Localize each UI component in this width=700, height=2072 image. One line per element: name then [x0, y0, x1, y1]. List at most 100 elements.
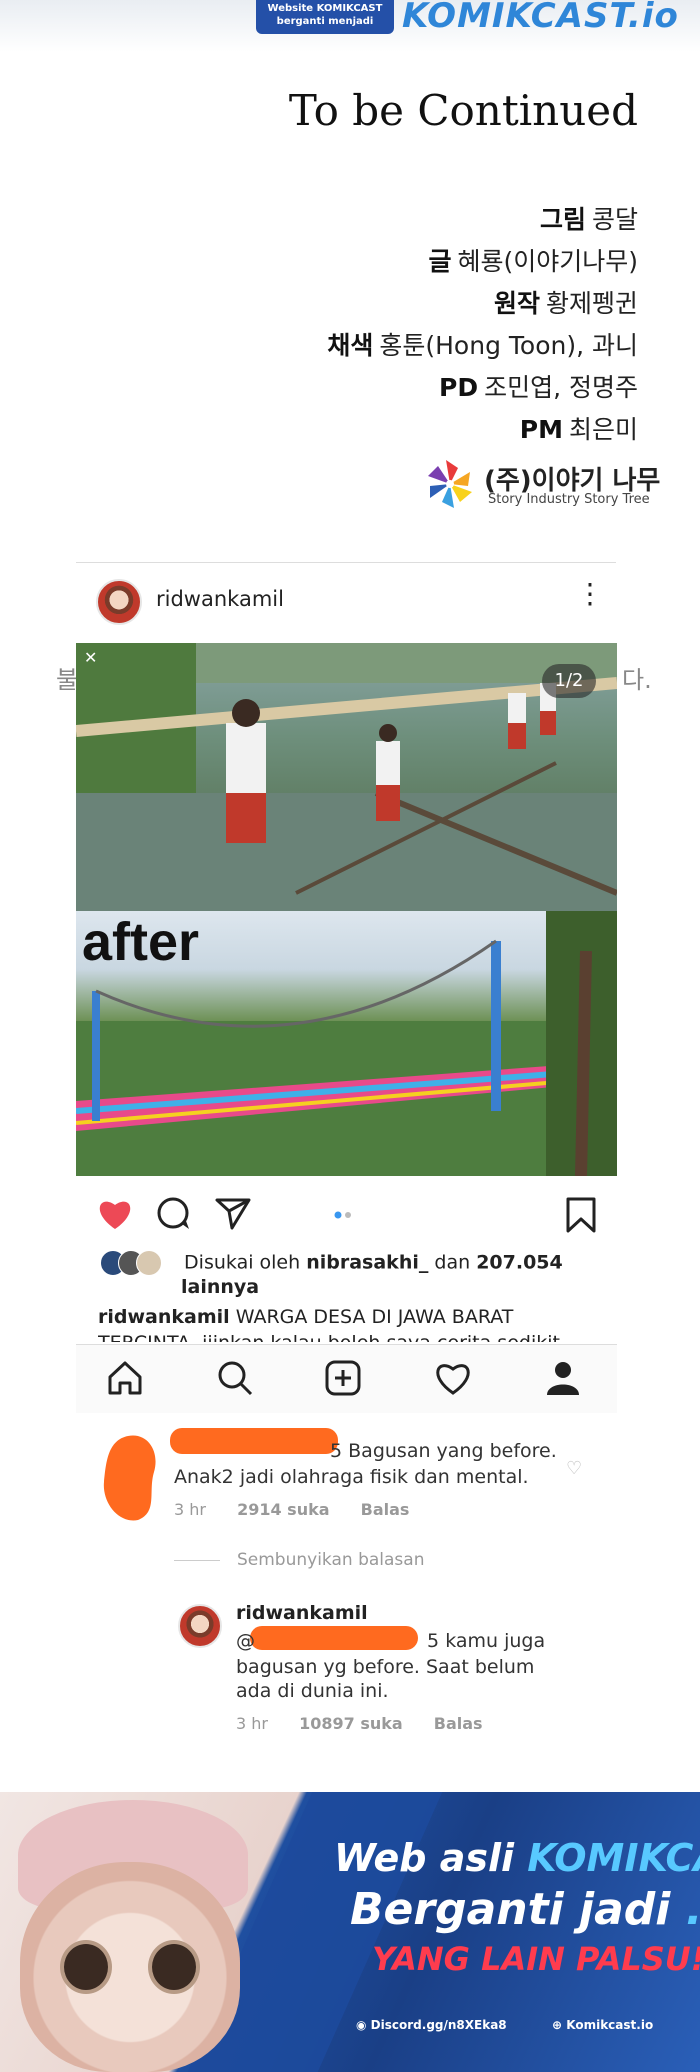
- discord-link[interactable]: ◉ Discord.gg/n8XEka8: [356, 2018, 507, 2032]
- mention-tail: 5: [427, 1630, 440, 1652]
- likes-count[interactable]: 207.054: [476, 1252, 563, 1274]
- photo-before[interactable]: [76, 643, 617, 911]
- send-icon[interactable]: [214, 1196, 252, 1232]
- reply-text-line1: kamu juga: [445, 1630, 546, 1652]
- comment-text-line2: Anak2 jadi olahraga fisik dan mental.: [174, 1466, 529, 1488]
- reply-text: @ 5 kamu juga: [236, 1630, 545, 1652]
- profile-icon[interactable]: [544, 1359, 582, 1397]
- post-action-bar: [76, 1190, 617, 1242]
- ad-warning: YANG LAIN PALSU!: [372, 1940, 700, 1978]
- credit-role: PM: [519, 415, 563, 444]
- caption-username[interactable]: ridwankamil: [98, 1306, 230, 1328]
- comment-time: 3 hr: [174, 1500, 206, 1519]
- avatar: [136, 1250, 162, 1276]
- reply-button[interactable]: Balas: [434, 1714, 483, 1733]
- reply-time: 3 hr: [236, 1714, 268, 1733]
- likes-user[interactable]: nibrasakhi_: [306, 1252, 428, 1274]
- background-text-right: 다.: [622, 666, 652, 694]
- badge-line-2: berganti menjadi: [276, 16, 374, 27]
- likes-prefix: Disukai oleh: [184, 1251, 301, 1274]
- caption-overflow: TERCINTA, ijinkan kalau boleh saya cerit…: [98, 1332, 560, 1342]
- credit-name: 콩달: [591, 205, 638, 234]
- ad-line1-prefix: Web asli: [334, 1836, 514, 1880]
- reply-likes[interactable]: 10897 suka: [299, 1714, 403, 1733]
- discord-icon: ◉: [356, 2018, 367, 2032]
- add-post-icon[interactable]: [324, 1359, 362, 1397]
- cat-eye: [148, 1940, 200, 1994]
- comment-text-line1: Bagusan yang before.: [348, 1440, 557, 1462]
- close-icon[interactable]: ✕: [84, 648, 97, 667]
- post-caption: ridwankamil WARGA DESA DI JAWA BARAT: [98, 1306, 513, 1328]
- reply-text-line2: bagusan yg before. Saat belum: [236, 1656, 535, 1678]
- home-icon[interactable]: [106, 1359, 144, 1397]
- liker-avatars: [100, 1250, 178, 1276]
- after-label: after: [82, 912, 200, 972]
- photo-after[interactable]: after: [76, 911, 617, 1176]
- ad-line2-prefix: Berganti jadi: [350, 1884, 671, 1935]
- background-text-left: 불: [56, 666, 79, 694]
- search-icon[interactable]: [216, 1359, 254, 1397]
- credit-row-color: 채색 홍툰(Hong Toon), 과니: [327, 326, 638, 362]
- badge-line-1: Website KOMIKCAST: [267, 3, 383, 14]
- comment-meta: 3 hr 2914 suka Balas: [174, 1500, 409, 1519]
- heart-icon[interactable]: [434, 1359, 472, 1397]
- redacted-avatar-scribble: [103, 1435, 156, 1521]
- instagram-tab-bar: [76, 1344, 617, 1413]
- ad-headline-1: Web asli KOMIKCAST.SITE: [334, 1836, 700, 1880]
- heart-filled-icon[interactable]: [96, 1196, 134, 1232]
- comment-user-tail: 5: [330, 1440, 343, 1462]
- credit-role: 글: [428, 247, 452, 276]
- credit-row-art: 그림 콩달: [540, 200, 638, 236]
- credit-row-pd: PD 조민엽, 정명주: [439, 368, 638, 404]
- avatar[interactable]: [178, 1604, 222, 1648]
- pinwheel-flower-icon: [428, 460, 472, 508]
- reply-button[interactable]: Balas: [361, 1500, 410, 1519]
- likes-mid: dan: [434, 1251, 471, 1274]
- ad-headline-2: Berganti jadi .IO: [350, 1884, 700, 1935]
- credit-role: 원작: [493, 289, 540, 318]
- reply-username[interactable]: ridwankamil: [236, 1602, 368, 1624]
- credit-name: 홍툰(Hong Toon), 과니: [379, 331, 638, 360]
- komikcast-ad-banner[interactable]: Web asli KOMIKCAST.SITE Berganti jadi .I…: [0, 1792, 700, 2072]
- caption-text: WARGA DESA DI JAWA BARAT: [235, 1306, 514, 1328]
- likes-suffix[interactable]: lainnya: [181, 1276, 259, 1298]
- before-photo-illustration: [76, 643, 617, 911]
- carousel-dots: [334, 1211, 351, 1219]
- website-notice-badge: Website KOMIKCAST berganti menjadi: [256, 0, 394, 34]
- comment-like-icon[interactable]: ♡: [566, 1458, 582, 1479]
- publisher-name-english: Story Industry Story Tree: [488, 492, 650, 507]
- credit-name: 혜룡(이야기나무): [457, 247, 638, 276]
- credit-role: 그림: [539, 205, 586, 234]
- cat-image: [20, 1862, 240, 2072]
- reply-meta: 3 hr 10897 suka Balas: [236, 1714, 483, 1733]
- credit-role: PD: [439, 373, 479, 402]
- website-link[interactable]: ⊕ Komikcast.io: [552, 2018, 653, 2032]
- ad-site-name: KOMIKCAST.SITE: [527, 1836, 700, 1880]
- reply-text-line3: ada di dunia ini.: [236, 1680, 389, 1702]
- ad-io: .IO: [686, 1884, 700, 1935]
- mention-prefix: @: [236, 1630, 255, 1652]
- credit-name: 황제펭귄: [545, 289, 638, 318]
- credit-name: 조민엽, 정명주: [484, 373, 638, 402]
- divider: [174, 1560, 220, 1561]
- credit-row-story: 글 혜룡(이야기나무): [428, 242, 638, 278]
- discord-text: Discord.gg/n8XEka8: [370, 2018, 507, 2032]
- website-text: Komikcast.io: [566, 2018, 654, 2032]
- hide-replies-button[interactable]: Sembunyikan balasan: [237, 1550, 424, 1570]
- photo-counter-badge: 1/2: [542, 664, 596, 698]
- komikcast-logo: KOMIKCAST.io: [402, 0, 679, 36]
- credit-row-original: 원작 황제펭귄: [494, 284, 638, 320]
- bookmark-icon[interactable]: [564, 1196, 598, 1234]
- likes-summary: Disukai oleh nibrasakhi_ dan 207.054: [100, 1250, 563, 1276]
- more-options-icon[interactable]: ⋮: [576, 577, 604, 610]
- comment-text: 5 Bagusan yang before.: [180, 1440, 557, 1462]
- globe-icon: ⊕: [552, 2018, 563, 2032]
- cat-eye: [60, 1940, 112, 1994]
- comment-icon[interactable]: [156, 1196, 192, 1232]
- post-username[interactable]: ridwankamil: [156, 587, 284, 611]
- to-be-continued-title: To be Continued: [288, 86, 638, 135]
- comment-likes[interactable]: 2914 suka: [237, 1500, 329, 1519]
- publisher-logo: (주)이야기 나무 Story Industry Story Tree: [424, 458, 660, 514]
- avatar[interactable]: [96, 579, 142, 625]
- credit-role: 채색: [327, 331, 374, 360]
